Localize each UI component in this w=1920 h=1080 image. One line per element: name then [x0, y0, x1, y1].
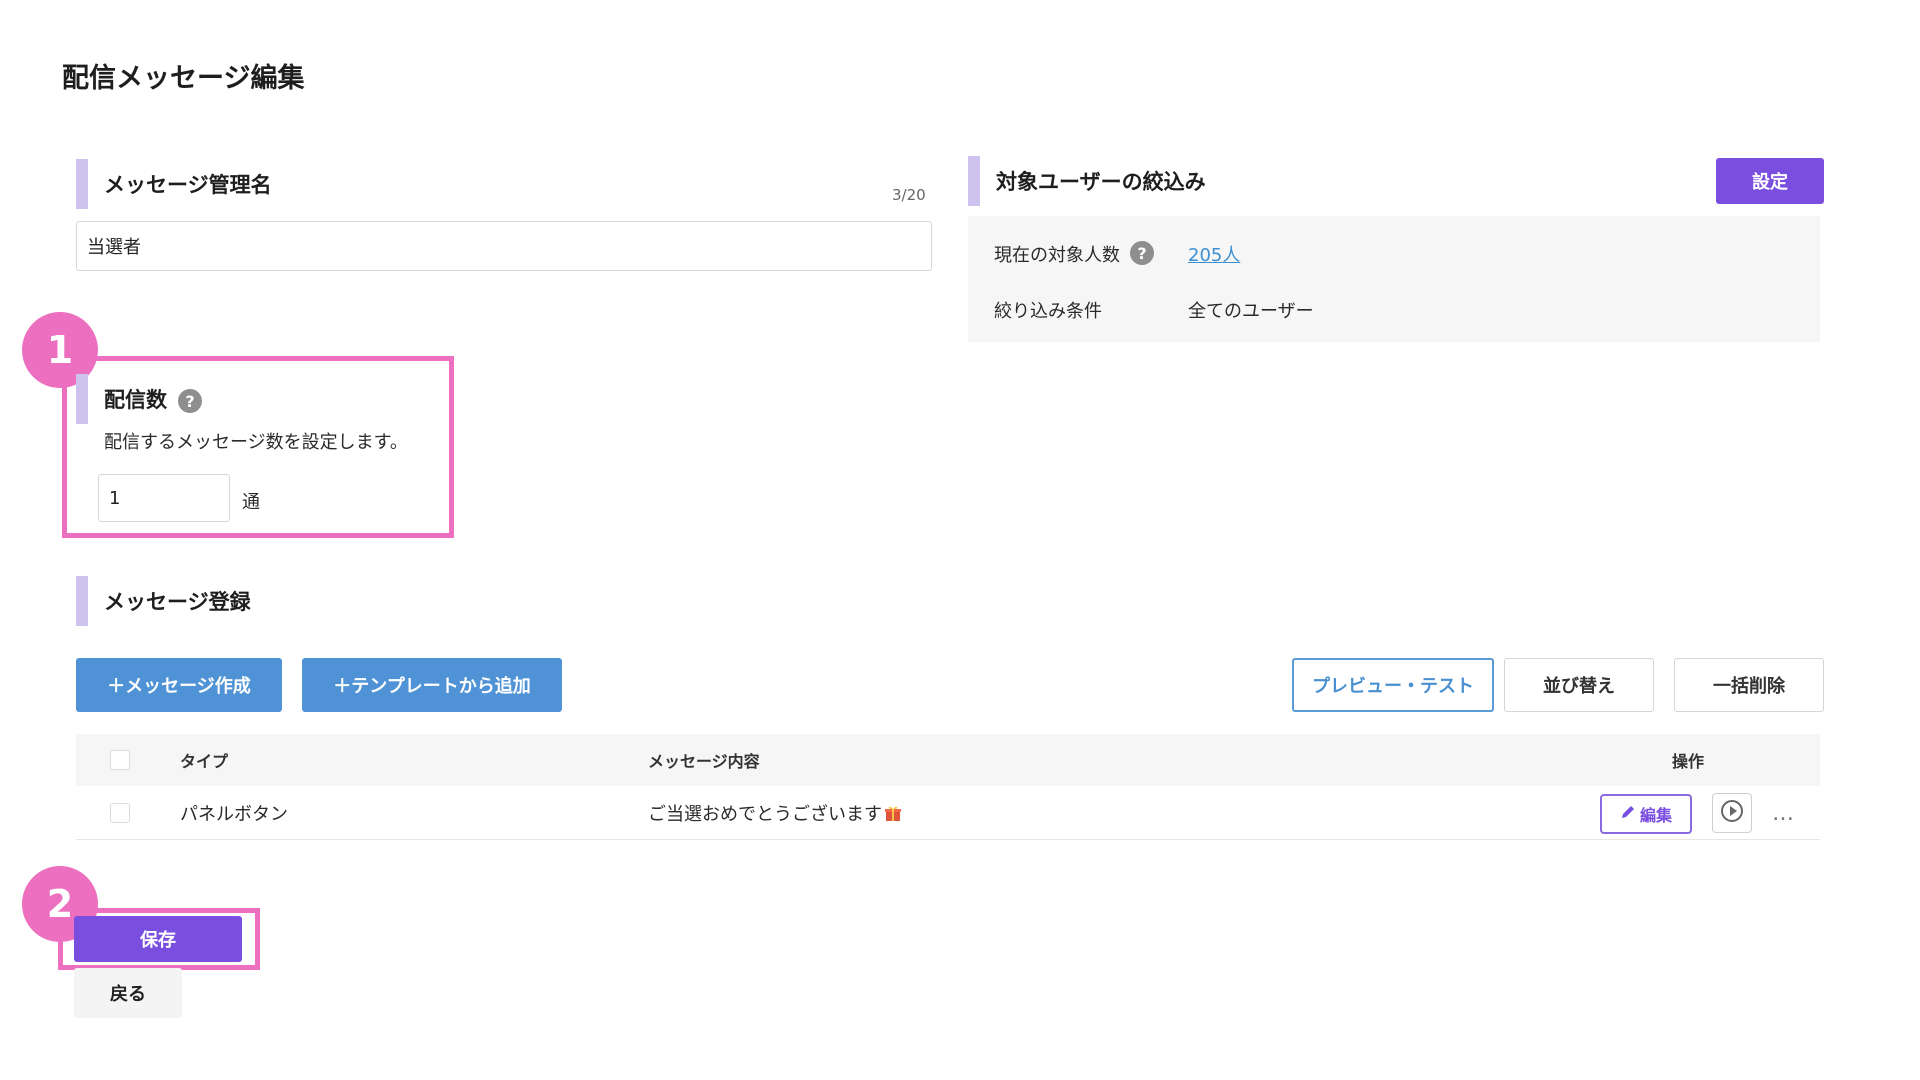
column-header-content: メッセージ内容 — [648, 752, 760, 771]
current-count-label: 現在の対象人数 — [994, 245, 1120, 266]
filter-condition-value: 全てのユーザー — [1188, 301, 1314, 322]
section-accent-bar — [76, 576, 88, 626]
edit-label: 編集 — [1639, 806, 1672, 825]
message-name-char-counter: 3/20 — [892, 186, 926, 204]
preview-test-button[interactable]: プレビュー・テスト — [1292, 658, 1494, 712]
delivery-count-section-header: 配信数 — [76, 374, 167, 424]
back-button[interactable]: 戻る — [74, 968, 182, 1018]
row-content-text: ご当選おめでとうございます — [648, 804, 882, 825]
add-from-template-button[interactable]: ＋テンプレートから追加 — [302, 658, 562, 712]
message-name-section-header: メッセージ管理名 — [76, 159, 272, 209]
column-header-actions: 操作 — [1672, 752, 1705, 771]
message-registration-title: メッセージ登録 — [104, 590, 251, 614]
section-accent-bar — [968, 156, 980, 206]
row-content: ご当選おめでとうございます — [648, 786, 902, 840]
pencil-icon — [1620, 804, 1636, 824]
preview-message-button[interactable] — [1712, 793, 1752, 833]
ellipsis-icon[interactable]: … — [1770, 796, 1796, 830]
filter-condition-label: 絞り込み条件 — [994, 301, 1102, 322]
section-accent-bar — [76, 374, 88, 424]
row-checkbox[interactable] — [110, 803, 130, 823]
page: 配信メッセージ編集 メッセージ管理名 3/20 対象ユーザーの絞込み 設定 現在… — [0, 0, 1920, 1080]
delivery-count-input[interactable] — [98, 474, 230, 522]
sort-button[interactable]: 並び替え — [1504, 658, 1654, 712]
current-count-link[interactable]: 205人 — [1188, 241, 1240, 267]
message-table-header: タイプ メッセージ内容 操作 — [76, 734, 1820, 786]
play-icon — [1720, 799, 1744, 827]
target-filter-title: 対象ユーザーの絞込み — [996, 170, 1206, 194]
help-icon[interactable]: ? — [1130, 241, 1154, 265]
message-name-input[interactable] — [76, 221, 932, 271]
delivery-count-description: 配信するメッセージ数を設定します。 — [104, 432, 408, 453]
delivery-count-title: 配信数 — [104, 388, 167, 412]
message-registration-section-header: メッセージ登録 — [76, 576, 251, 626]
row-type: パネルボタン — [180, 804, 288, 825]
column-header-type: タイプ — [180, 752, 229, 771]
save-button[interactable]: 保存 — [74, 916, 242, 962]
gift-icon — [884, 804, 902, 822]
help-icon[interactable]: ? — [178, 389, 202, 413]
create-message-button[interactable]: ＋メッセージ作成 — [76, 658, 282, 712]
page-title: 配信メッセージ編集 — [62, 63, 305, 94]
target-filter-section-header: 対象ユーザーの絞込み — [968, 156, 1206, 206]
target-filter-settings-button[interactable]: 設定 — [1716, 158, 1824, 204]
table-row: パネルボタン ご当選おめでとうございます — [76, 786, 1820, 840]
bulk-delete-button[interactable]: 一括削除 — [1674, 658, 1824, 712]
select-all-checkbox[interactable] — [110, 750, 130, 770]
section-accent-bar — [76, 159, 88, 209]
target-filter-panel — [968, 216, 1820, 342]
message-name-title: メッセージ管理名 — [104, 173, 272, 197]
edit-message-button[interactable]: 編集 — [1600, 794, 1692, 834]
delivery-count-unit: 通 — [242, 492, 260, 513]
